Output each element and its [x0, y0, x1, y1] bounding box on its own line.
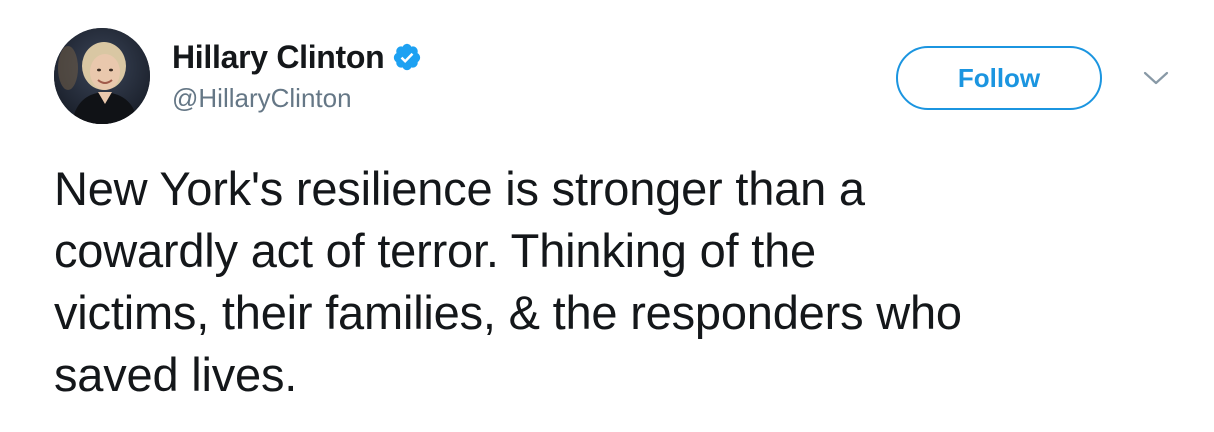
verified-badge-icon [392, 42, 422, 72]
tweet-card: Hillary Clinton @HillaryClinton Follow N… [0, 0, 1214, 432]
author-handle[interactable]: @HillaryClinton [172, 82, 352, 114]
author-avatar[interactable] [54, 28, 150, 124]
author-display-name[interactable]: Hillary Clinton [172, 38, 385, 76]
chevron-down-icon[interactable] [1142, 68, 1170, 88]
author-name-row: Hillary Clinton [172, 38, 422, 76]
tweet-text: New York's resilience is stronger than a… [54, 162, 962, 401]
avatar-photo [54, 28, 150, 124]
follow-button[interactable]: Follow [896, 46, 1102, 110]
